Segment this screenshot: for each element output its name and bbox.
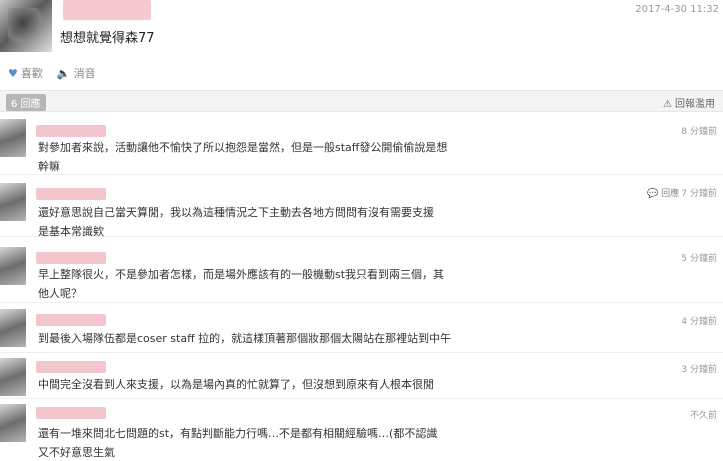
comment-text: 早上整隊很火，不是參加者怎樣，而是場外應該有的一般機動st我只看到兩三個，其 他…	[38, 268, 445, 300]
report-label: 回報濫用	[675, 99, 715, 110]
comment: 3 分鐘前 中間完全沒看到人來支援，以為是場內真的忙就算了，但沒想到原來有人根本…	[0, 353, 723, 399]
post-timestamp: 2017-4-30 11:32	[635, 4, 719, 15]
comment-text: 還有一堆來問北七問題的st，有點判斷能力行嗎…不是都有相關經驗嗎…(都不認識 又…	[38, 427, 438, 459]
comment-text: 對參加者來說，活動讓他不愉快了所以抱怨是當然，但是一般staff發公開偷偷說是想…	[38, 141, 448, 173]
comment: 5 分鐘前 早上整隊很火，不是參加者怎樣，而是場外應該有的一般機動st我只看到兩…	[0, 237, 723, 303]
comment-avatar[interactable]	[0, 119, 26, 157]
comment-timestamp: 8 分鐘前	[681, 127, 717, 137]
comment-author-redacted[interactable]	[36, 361, 106, 373]
reply-count-badge: 6 回應	[6, 94, 46, 111]
comment-avatar[interactable]	[0, 183, 26, 221]
post-actions: ♥ 喜歡 🔈 消音	[8, 65, 96, 81]
comment: 不久前 還有一堆來問北七問題的st，有點判斷能力行嗎…不是都有相關經驗嗎…(都不…	[0, 399, 723, 461]
speaker-mute-icon: 🔈	[56, 67, 71, 80]
comment: 💬 回應 7 分鐘前 還好意思說自己當天算閒，我以為這種情況之下主動去各地方問問…	[0, 175, 723, 238]
comment-reply-button[interactable]: 💬 回應	[647, 186, 679, 199]
mute-label: 消音	[73, 67, 96, 80]
comment: 4 分鐘前 到最後入場隊伍都是coser staff 拉的，就這樣頂著那個妝那個…	[0, 303, 723, 353]
comment-text: 中間完全沒看到人來支援，以為是場內真的忙就算了，但沒想到原來有人根本很閒	[38, 378, 434, 391]
like-button[interactable]: ♥ 喜歡	[8, 65, 43, 81]
warning-icon: ⚠	[663, 99, 672, 110]
author-name-redacted[interactable]	[63, 0, 151, 20]
comment-timestamp: 5 分鐘前	[681, 254, 717, 264]
comment-author-redacted[interactable]	[36, 125, 106, 137]
like-label: 喜歡	[20, 67, 43, 80]
comment-timestamp: 4 分鐘前	[681, 317, 717, 327]
post: 2017-4-30 11:32 想想就覺得森77 ♥ 喜歡 🔈 消音	[0, 0, 723, 90]
comment-timestamp: 7 分鐘前	[681, 189, 717, 199]
speech-bubble-icon: 💬	[647, 189, 659, 199]
comment-avatar[interactable]	[0, 404, 26, 442]
replies-bar: 6 回應 ⚠ 回報濫用	[0, 90, 723, 112]
heart-icon: ♥	[8, 67, 18, 80]
comment-text: 還好意思說自己當天算閒，我以為這種情況之下主動去各地方問問有沒有需要支援 是基本…	[38, 206, 434, 238]
comment-timestamp: 3 分鐘前	[681, 365, 717, 375]
mute-button[interactable]: 🔈 消音	[57, 65, 96, 81]
comment-text: 到最後入場隊伍都是coser staff 拉的，就這樣頂著那個妝那個太陽站在那裡…	[38, 332, 452, 345]
comment-author-redacted[interactable]	[36, 314, 106, 326]
reply-label: 回應	[661, 189, 680, 199]
comment-author-redacted[interactable]	[36, 252, 106, 264]
report-abuse-button[interactable]: ⚠ 回報濫用	[663, 95, 715, 110]
comment-avatar[interactable]	[0, 247, 26, 285]
comment: 8 分鐘前 對參加者來說，活動讓他不愉快了所以抱怨是當然，但是一般staff發公…	[0, 113, 723, 175]
avatar[interactable]	[0, 0, 52, 52]
comment-author-redacted[interactable]	[36, 407, 106, 419]
comment-timestamp: 不久前	[689, 411, 717, 421]
comment-avatar[interactable]	[0, 358, 26, 396]
comment-author-redacted[interactable]	[36, 188, 106, 200]
post-text: 想想就覺得森77	[60, 31, 155, 46]
comment-avatar[interactable]	[0, 309, 26, 347]
